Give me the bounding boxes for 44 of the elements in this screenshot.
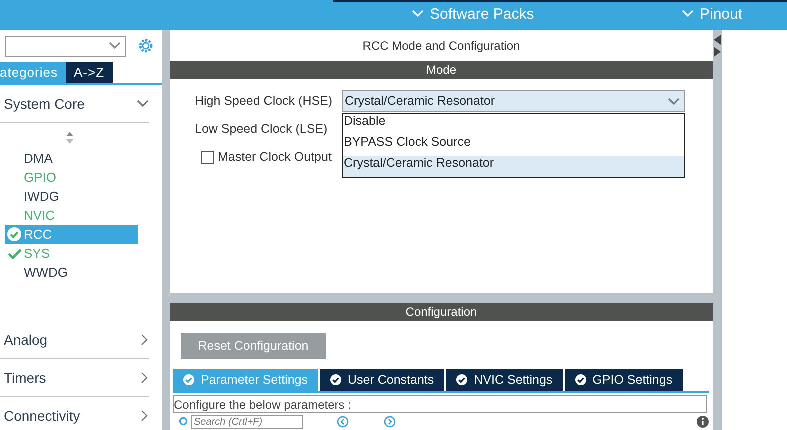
previous-icon bbox=[337, 416, 349, 428]
panel-title: RCC Mode and Configuration bbox=[362, 38, 522, 54]
splitter-bar[interactable] bbox=[713, 30, 722, 430]
field-label: High Speed Clock (HSE) bbox=[195, 93, 334, 110]
info-icon bbox=[697, 416, 709, 428]
check-circle-icon bbox=[574, 374, 587, 386]
tab[interactable]: GPIO Settings bbox=[564, 369, 683, 391]
tab[interactable]: NVIC Settings bbox=[446, 369, 563, 391]
gear-icon bbox=[137, 37, 155, 55]
peripheral-item[interactable]: DMA bbox=[5, 149, 138, 168]
category-header[interactable]: Analog bbox=[0, 321, 149, 359]
category-header[interactable]: Timers bbox=[0, 359, 149, 397]
check-circle-icon bbox=[183, 374, 195, 386]
check-circle-icon bbox=[330, 374, 342, 386]
collapse-left-icon bbox=[714, 35, 721, 45]
peripheral-item[interactable]: WWDG bbox=[5, 263, 138, 282]
search-field[interactable]: Search (Crtl+F) bbox=[191, 415, 303, 429]
check-icon bbox=[8, 248, 22, 260]
category-header[interactable]: Connectivity bbox=[0, 397, 149, 430]
dropdown-option[interactable]: Crystal/Ceramic Resonator bbox=[343, 156, 684, 177]
chevron-down-icon bbox=[682, 10, 694, 18]
combo-box[interactable] bbox=[5, 36, 126, 56]
check-circle-icon bbox=[7, 227, 22, 242]
chevron-down-icon bbox=[412, 10, 424, 18]
peripheral-item[interactable]: IWDG bbox=[5, 187, 138, 206]
next-icon bbox=[384, 416, 396, 428]
chevron-down-icon bbox=[109, 42, 121, 50]
tab[interactable]: User Constants bbox=[320, 369, 444, 391]
expand-right-icon bbox=[714, 47, 721, 57]
section-header: Configuration bbox=[170, 303, 713, 321]
dropdown-field[interactable]: Crystal/Ceramic Resonator bbox=[342, 90, 685, 112]
field-label: Low Speed Clock (LSE) bbox=[195, 121, 329, 138]
checkbox[interactable] bbox=[201, 150, 214, 164]
dropdown-option[interactable]: BYPASS Clock Source bbox=[343, 135, 684, 156]
chevron-down-icon bbox=[668, 98, 680, 106]
dropdown-option[interactable]: Disable bbox=[343, 114, 684, 135]
splitter-bar[interactable] bbox=[162, 30, 170, 430]
tab[interactable]: A->Z bbox=[66, 62, 113, 83]
section-header: Mode bbox=[170, 61, 713, 79]
checkbox-label: Master Clock Output bbox=[218, 149, 332, 166]
check-circle-icon bbox=[456, 374, 468, 386]
category-header[interactable]: System Core bbox=[0, 85, 149, 123]
description-text: Configure the below parameters : bbox=[173, 395, 707, 413]
sort-icon bbox=[66, 132, 74, 144]
